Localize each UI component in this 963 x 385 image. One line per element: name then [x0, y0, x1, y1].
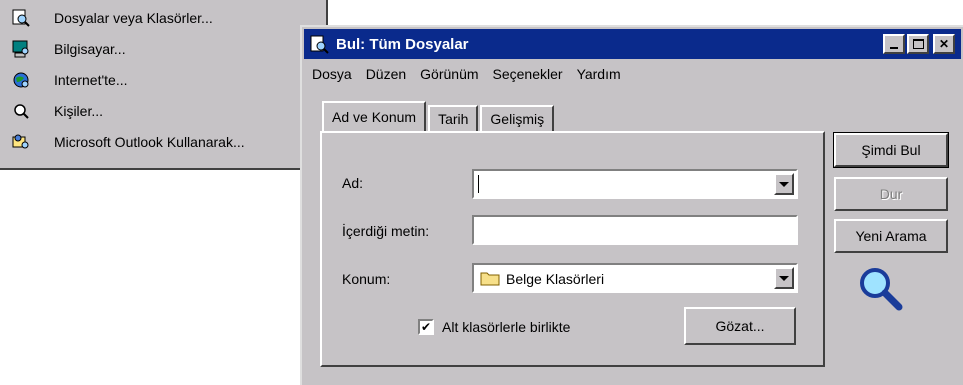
menu-item-label: Kişiler...	[54, 103, 104, 119]
menu-item-computer[interactable]: Bilgisayar...	[10, 37, 320, 61]
menu-item-files-folders[interactable]: Dosyalar veya Klasörler...	[10, 6, 320, 30]
name-dropdown-button[interactable]	[774, 173, 794, 195]
title-bar-buttons: ✕	[883, 34, 955, 54]
close-button[interactable]: ✕	[933, 34, 955, 54]
subfolders-label: Alt klasörlerle birlikte	[442, 319, 571, 335]
menu-item-internet[interactable]: Internet'te...	[10, 68, 320, 92]
chevron-down-icon	[779, 181, 789, 187]
location-dropdown-button[interactable]	[774, 267, 794, 289]
close-icon: ✕	[938, 37, 950, 51]
location-value: Belge Klasörleri	[506, 271, 605, 287]
checkmark-icon: ✔	[420, 320, 432, 334]
menu-item-label: Dosyalar veya Klasörler...	[54, 10, 213, 26]
menu-gorunum[interactable]: Görünüm	[420, 66, 478, 82]
menu-duzen[interactable]: Düzen	[366, 66, 406, 82]
chevron-down-icon	[779, 275, 789, 281]
menu-item-people[interactable]: Kişiler...	[10, 99, 320, 123]
tab-label: Ad ve Konum	[332, 109, 417, 125]
tab-panel: Ad: İçerdiği metin: Konum: Belge Klasörl…	[320, 131, 825, 367]
tab-date[interactable]: Tarih	[428, 105, 479, 131]
containing-text-label: İçerdiği metin:	[342, 223, 430, 239]
tab-strip: Ad ve Konum Tarih Gelişmiş	[322, 101, 556, 131]
menu-item-label: Microsoft Outlook Kullanarak...	[54, 134, 245, 150]
computer-icon	[10, 38, 32, 60]
find-window: Bul: Tüm Dosyalar ✕ Dosya Düzen Görünüm …	[300, 25, 963, 385]
name-combobox[interactable]	[472, 169, 798, 199]
menu-dosya[interactable]: Dosya	[312, 66, 352, 82]
title-bar[interactable]: Bul: Tüm Dosyalar ✕	[304, 29, 961, 59]
stop-label: Dur	[879, 186, 903, 202]
menu-bar: Dosya Düzen Görünüm Seçenekler Yardım	[312, 63, 621, 85]
magnifier-icon	[857, 265, 907, 318]
find-now-button[interactable]: Şimdi Bul	[833, 132, 949, 168]
stop-button: Dur	[834, 177, 948, 211]
folder-icon	[480, 270, 500, 289]
menu-item-label: Internet'te...	[54, 72, 128, 88]
find-window-icon	[308, 33, 330, 55]
maximize-button[interactable]	[907, 34, 929, 54]
menu-item-outlook[interactable]: Microsoft Outlook Kullanarak...	[10, 130, 320, 154]
location-label: Konum:	[342, 271, 391, 287]
outlook-icon	[10, 131, 32, 153]
browse-label: Gözat...	[715, 318, 765, 334]
menu-secenekler[interactable]: Seçenekler	[493, 66, 563, 82]
internet-icon	[10, 69, 32, 91]
find-now-label: Şimdi Bul	[861, 142, 921, 158]
text-cursor	[478, 175, 479, 193]
tab-label: Tarih	[438, 111, 469, 127]
name-label: Ad:	[342, 175, 364, 191]
tab-label: Gelişmiş	[490, 111, 545, 127]
new-search-label: Yeni Arama	[855, 228, 927, 244]
new-search-button[interactable]: Yeni Arama	[834, 219, 948, 253]
maximize-icon	[912, 39, 924, 49]
menu-yardim[interactable]: Yardım	[577, 66, 621, 82]
subfolders-checkbox[interactable]: ✔	[418, 319, 434, 335]
location-combobox[interactable]: Belge Klasörleri	[472, 263, 798, 293]
find-files-icon	[10, 7, 32, 29]
tab-name-location[interactable]: Ad ve Konum	[322, 101, 427, 131]
menu-item-label: Bilgisayar...	[54, 41, 126, 57]
find-submenu: Dosyalar veya Klasörler... Bilgisayar...…	[0, 0, 328, 170]
browse-button[interactable]: Gözat...	[684, 307, 796, 345]
minimize-button[interactable]	[883, 34, 905, 54]
people-icon	[10, 100, 32, 122]
tab-advanced[interactable]: Gelişmiş	[480, 105, 555, 131]
minimize-icon	[890, 47, 898, 49]
containing-text-input[interactable]	[472, 215, 798, 245]
window-title: Bul: Tüm Dosyalar	[336, 35, 469, 53]
